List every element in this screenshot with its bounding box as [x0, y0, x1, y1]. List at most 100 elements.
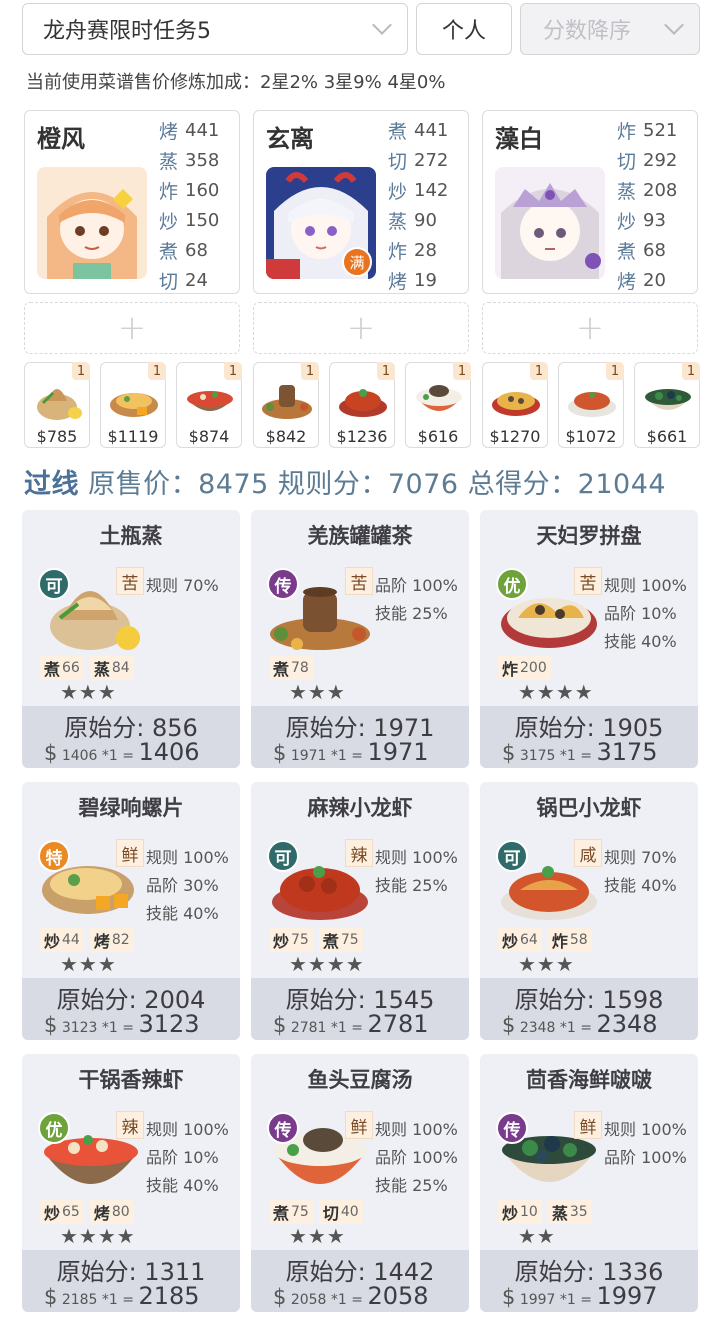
- dish-icon: [568, 392, 616, 417]
- skill-row: 烤 19: [388, 269, 437, 293]
- dish-card[interactable]: 羌族罐罐茶 传 苦 品阶 100% 技能 25% 煮 78 ★★★ 原始分: 19…: [251, 510, 469, 768]
- requirement: 煮 78: [269, 656, 313, 680]
- requirement: 切 40: [318, 1200, 363, 1224]
- dish-icon: [187, 391, 233, 411]
- chef-card[interactable]: 橙风 烤 441 蒸 358 炸 160 炒 150 煮 68 切 24: [24, 110, 240, 294]
- modifier: 规则 100%: [375, 1120, 458, 1139]
- chef-name: 橙风: [37, 125, 85, 153]
- dish-name: 天妇罗拼盘: [536, 524, 642, 548]
- modifier: 品阶 100%: [375, 576, 458, 595]
- chef-portrait: [495, 167, 605, 279]
- full-badge: 满: [342, 247, 372, 277]
- score-summary-text: 原售价：8475 规则分：7076 总得分：21044: [79, 469, 667, 500]
- dish-thumb[interactable]: 1 $842: [253, 362, 319, 448]
- dish-thumb[interactable]: 1 $785: [24, 362, 90, 448]
- skill-requirements: 炒 75 煮 75: [269, 928, 363, 952]
- dish-icon: [416, 385, 462, 411]
- requirement: 烤 80: [89, 1200, 134, 1224]
- sort-select[interactable]: 分数降序: [520, 3, 700, 55]
- dish-card[interactable]: 干锅香辣虾 优 辣 规则 100% 品阶 10% 技能 40% 炒 65 烤 80 …: [22, 1054, 240, 1312]
- skill-row: 切 272: [388, 149, 449, 173]
- skill-row: 烤 20: [617, 269, 666, 293]
- score-box: 原始分: 1336 $ 1997 *1 = 1997: [480, 1250, 698, 1312]
- dish-card[interactable]: 土瓶蒸 可 苦 规则 70% 煮 66 蒸 84 ★★★ 原始分: 856 $ 14…: [22, 510, 240, 768]
- price-calc: $ 1406 *1 = 1406: [44, 738, 200, 766]
- dish-icon: [339, 389, 387, 417]
- dish-name: 羌族罐罐茶: [307, 524, 413, 548]
- task-select[interactable]: 龙舟赛限时任务5: [22, 3, 408, 55]
- score-box: 原始分: 1598 $ 2348 *1 = 2348: [480, 978, 698, 1040]
- dish-modifiers: 规则 70%: [146, 572, 219, 600]
- rarity-badge: 特: [38, 840, 70, 872]
- dish-thumb[interactable]: 1 $1119: [100, 362, 166, 448]
- flavor-tag: 鲜: [345, 1111, 373, 1139]
- modifier: 规则 100%: [146, 1120, 229, 1139]
- dish-modifiers: 规则 70% 技能 40%: [604, 844, 677, 900]
- dish-thumb[interactable]: 1 $1236: [329, 362, 395, 448]
- score-box: 原始分: 1545 $ 2781 *1 = 2781: [251, 978, 469, 1040]
- task-select-label: 龙舟赛限时任务5: [43, 19, 211, 44]
- flavor-tag: 咸: [574, 839, 602, 867]
- add-equip-slot[interactable]: +: [253, 302, 469, 354]
- skill-requirements: 炒 64 炸 58: [498, 928, 592, 952]
- rarity-badge: 优: [496, 568, 528, 600]
- modifier: 技能 40%: [146, 1176, 219, 1195]
- modifier: 规则 100%: [604, 576, 687, 595]
- flavor-tag: 辣: [345, 839, 373, 867]
- skill-row: 炒 150: [159, 209, 220, 233]
- dish-thumb[interactable]: 1 $661: [634, 362, 700, 448]
- requirement: 煮 66: [40, 656, 84, 680]
- requirement: 炒 75: [269, 928, 313, 952]
- dish-card[interactable]: 麻辣小龙虾 可 辣 规则 100% 技能 25% 炒 75 煮 75 ★★★★ 原始…: [251, 782, 469, 1040]
- chef-name: 玄离: [266, 125, 314, 153]
- dish-thumb[interactable]: 1 $874: [176, 362, 242, 448]
- dish-name: 碧绿响螺片: [78, 796, 184, 820]
- flavor-tag: 辣: [116, 1111, 144, 1139]
- requirement: 炸 200: [498, 656, 551, 680]
- modifier: 品阶 10%: [604, 604, 677, 623]
- dish-icon: [262, 385, 312, 419]
- flavor-tag: 苦: [116, 567, 144, 595]
- dish-card[interactable]: 碧绿响螺片 特 鲜 规则 100% 品阶 30% 技能 40% 炒 44 烤 82 …: [22, 782, 240, 1040]
- dish-thumb[interactable]: 1 $1270: [482, 362, 548, 448]
- rarity-badge: 传: [496, 1112, 528, 1144]
- dish-price: $785: [36, 427, 78, 446]
- rarity-badge: 传: [267, 568, 299, 600]
- rarity-badge: 优: [38, 1112, 70, 1144]
- price-calc: $ 3123 *1 = 3123: [44, 1010, 200, 1038]
- modifier: 技能 40%: [604, 632, 677, 651]
- dish-card[interactable]: 天妇罗拼盘 优 苦 规则 100% 品阶 10% 技能 40% 炸 200 ★★★…: [480, 510, 698, 768]
- requirement: 烤 82: [89, 928, 134, 952]
- sort-select-label: 分数降序: [543, 19, 632, 44]
- pass-label: 过线: [24, 469, 79, 500]
- dish-price: $661: [646, 427, 688, 446]
- chef-skills: 煮 441 切 272 炒 142 蒸 90 炸 28 烤 19: [388, 115, 468, 295]
- rarity-badge: 传: [267, 1112, 299, 1144]
- score-box: 原始分: 2004 $ 3123 *1 = 3123: [22, 978, 240, 1040]
- price-calc: $ 2185 *1 = 2185: [44, 1282, 200, 1310]
- chef-card[interactable]: 玄离 满 煮 441 切 272 炒 142 蒸 90 炸 28 烤 19: [253, 110, 469, 294]
- skill-row: 烤 441: [159, 119, 220, 143]
- skill-requirements: 炒 65 烤 80: [40, 1200, 134, 1224]
- dish-price: $1072: [565, 427, 617, 446]
- flavor-tag: 苦: [574, 567, 602, 595]
- score-summary: 过线 原售价：8475 规则分：7076 总得分：21044: [24, 462, 666, 501]
- modifier: 技能 40%: [146, 904, 219, 923]
- requirement: 炸 58: [547, 928, 592, 952]
- dish-thumb[interactable]: 1 $616: [405, 362, 471, 448]
- mode-button[interactable]: 个人: [416, 3, 512, 55]
- dish-card[interactable]: 茴香海鲜啵啵 传 鲜 规则 100% 品阶 100% 炒 10 蒸 35 ★★ 原始…: [480, 1054, 698, 1312]
- dish-icon: [110, 393, 158, 417]
- skill-requirements: 煮 75 切 40: [269, 1200, 363, 1224]
- add-equip-slot[interactable]: +: [482, 302, 698, 354]
- modifier: 技能 40%: [604, 876, 677, 895]
- modifier: 技能 25%: [375, 604, 448, 623]
- plus-icon: +: [575, 308, 605, 348]
- dish-price: $842: [265, 427, 307, 446]
- skill-row: 切 24: [159, 269, 208, 293]
- dish-thumb[interactable]: 1 $1072: [558, 362, 624, 448]
- dish-card[interactable]: 锅巴小龙虾 可 咸 规则 70% 技能 40% 炒 64 炸 58 ★★★ 原始分:…: [480, 782, 698, 1040]
- add-equip-slot[interactable]: +: [24, 302, 240, 354]
- chef-card[interactable]: 藻白 炸 521 切 292 蒸 208 炒 93 煮 68 烤 20: [482, 110, 698, 294]
- dish-card[interactable]: 鱼头豆腐汤 传 鲜 规则 100% 品阶 100% 技能 25% 煮 75 切 40…: [251, 1054, 469, 1312]
